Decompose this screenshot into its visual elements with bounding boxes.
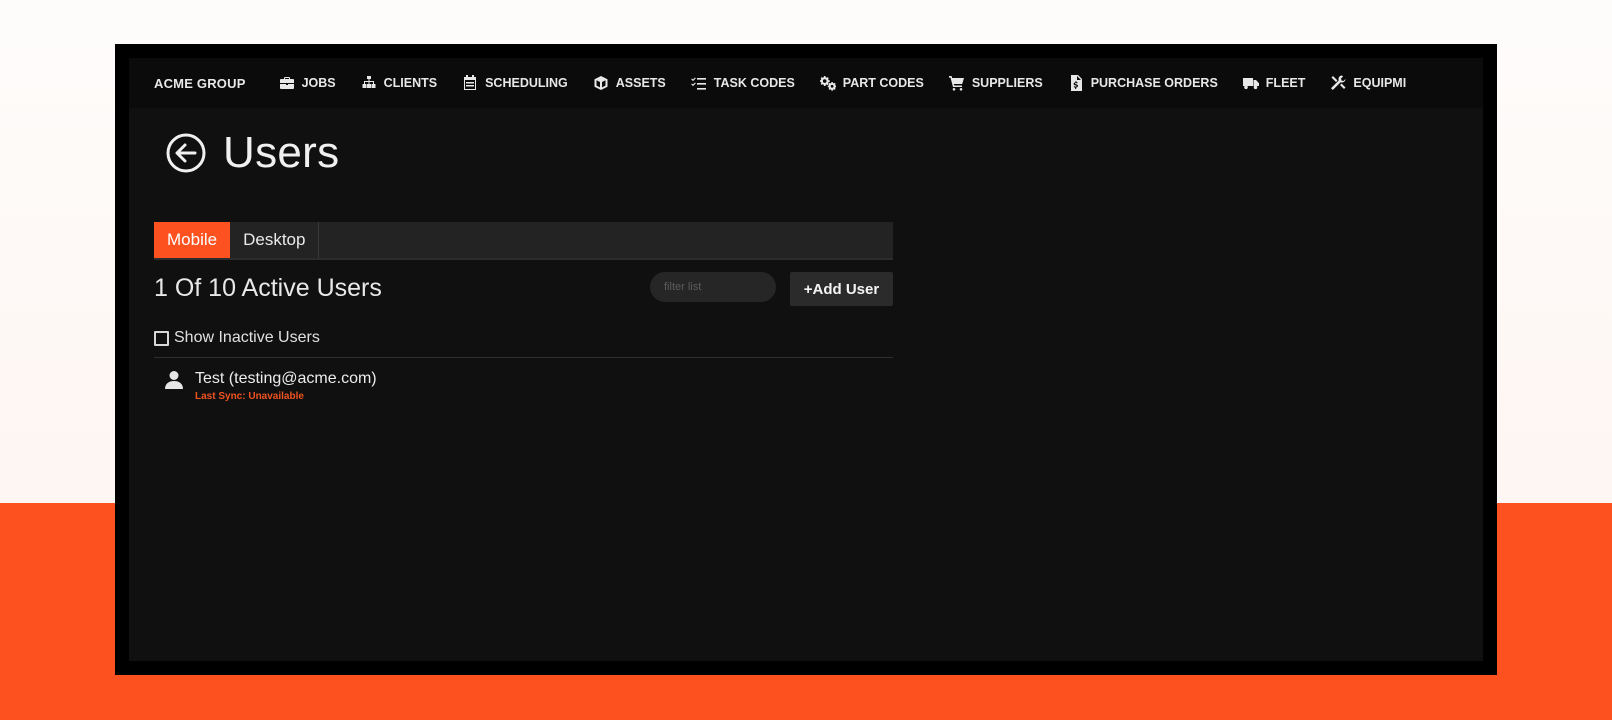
cube-icon <box>594 76 608 90</box>
page-title: Users <box>223 128 340 177</box>
nav-item-part-codes[interactable]: PART CODES <box>819 75 924 91</box>
user-details: Test (testing@acme.com) Last Sync: Unava… <box>195 367 377 403</box>
tab-bar-divider <box>154 258 893 260</box>
tab-bar: Mobile Desktop <box>154 222 893 258</box>
nav-item-label: PURCHASE ORDERS <box>1090 76 1218 90</box>
back-arrow-icon[interactable] <box>165 132 207 174</box>
tab-mobile[interactable]: Mobile <box>154 222 231 258</box>
nav-item-assets[interactable]: ASSETS <box>593 75 666 91</box>
nav-item-label: FLEET <box>1265 76 1306 90</box>
invoice-icon <box>1070 75 1082 91</box>
list-item[interactable]: Test (testing@acme.com) Last Sync: Unava… <box>165 367 377 403</box>
sitemap-icon <box>362 76 376 88</box>
nav-item-label: EQUIPMI <box>1353 76 1407 90</box>
last-sync-status: Last Sync: Unavailable <box>195 391 304 402</box>
nav-item-label: JOBS <box>301 76 336 90</box>
cart-icon <box>948 76 964 91</box>
tab-desktop[interactable]: Desktop <box>230 222 320 258</box>
user-icon <box>165 371 183 389</box>
nav-item-suppliers[interactable]: SUPPLIERS <box>948 75 1043 91</box>
active-users-count: 1 Of 10 Active Users <box>154 274 382 302</box>
nav-item-label: ASSETS <box>615 76 666 90</box>
nav-item-task-codes[interactable]: TASK CODES <box>690 75 795 91</box>
gears-icon <box>819 76 836 91</box>
briefcase-icon <box>279 77 294 89</box>
filter-list-input[interactable] <box>650 272 776 302</box>
list-divider <box>154 357 893 358</box>
tools-icon <box>1331 75 1346 90</box>
calendar-icon <box>464 75 477 90</box>
nav-item-label: SUPPLIERS <box>971 76 1043 90</box>
truck-icon <box>1242 78 1259 90</box>
top-nav-bar: ACME GROUP JOBS CLIENTS SCHEDULING ASSET… <box>129 58 1483 108</box>
nav-item-clients[interactable]: CLIENTS <box>361 75 437 91</box>
brand-name[interactable]: ACME GROUP <box>154 76 246 91</box>
show-inactive-label: Show Inactive Users <box>174 329 320 346</box>
show-inactive-toggle[interactable]: Show Inactive Users <box>154 329 320 347</box>
add-user-button[interactable]: +Add User <box>790 272 893 306</box>
nav-item-equipment[interactable]: EQUIPMI <box>1330 75 1406 91</box>
nav-item-label: TASK CODES <box>713 76 795 90</box>
task-list-icon <box>690 77 706 90</box>
nav-item-fleet[interactable]: FLEET <box>1242 75 1306 91</box>
page-header: Users <box>165 128 339 178</box>
nav-item-label: PART CODES <box>842 76 924 90</box>
nav-item-jobs[interactable]: JOBS <box>279 75 336 91</box>
show-inactive-checkbox[interactable] <box>154 330 169 346</box>
user-name: Test (testing@acme.com) <box>195 370 377 387</box>
app-screen: ACME GROUP JOBS CLIENTS SCHEDULING ASSET… <box>129 58 1483 661</box>
nav-item-label: CLIENTS <box>383 76 438 90</box>
nav-item-label: SCHEDULING <box>485 76 568 90</box>
nav-item-purchase-orders[interactable]: PURCHASE ORDERS <box>1068 75 1218 91</box>
nav-item-scheduling[interactable]: SCHEDULING <box>462 75 568 91</box>
device-frame: ACME GROUP JOBS CLIENTS SCHEDULING ASSET… <box>115 44 1497 675</box>
